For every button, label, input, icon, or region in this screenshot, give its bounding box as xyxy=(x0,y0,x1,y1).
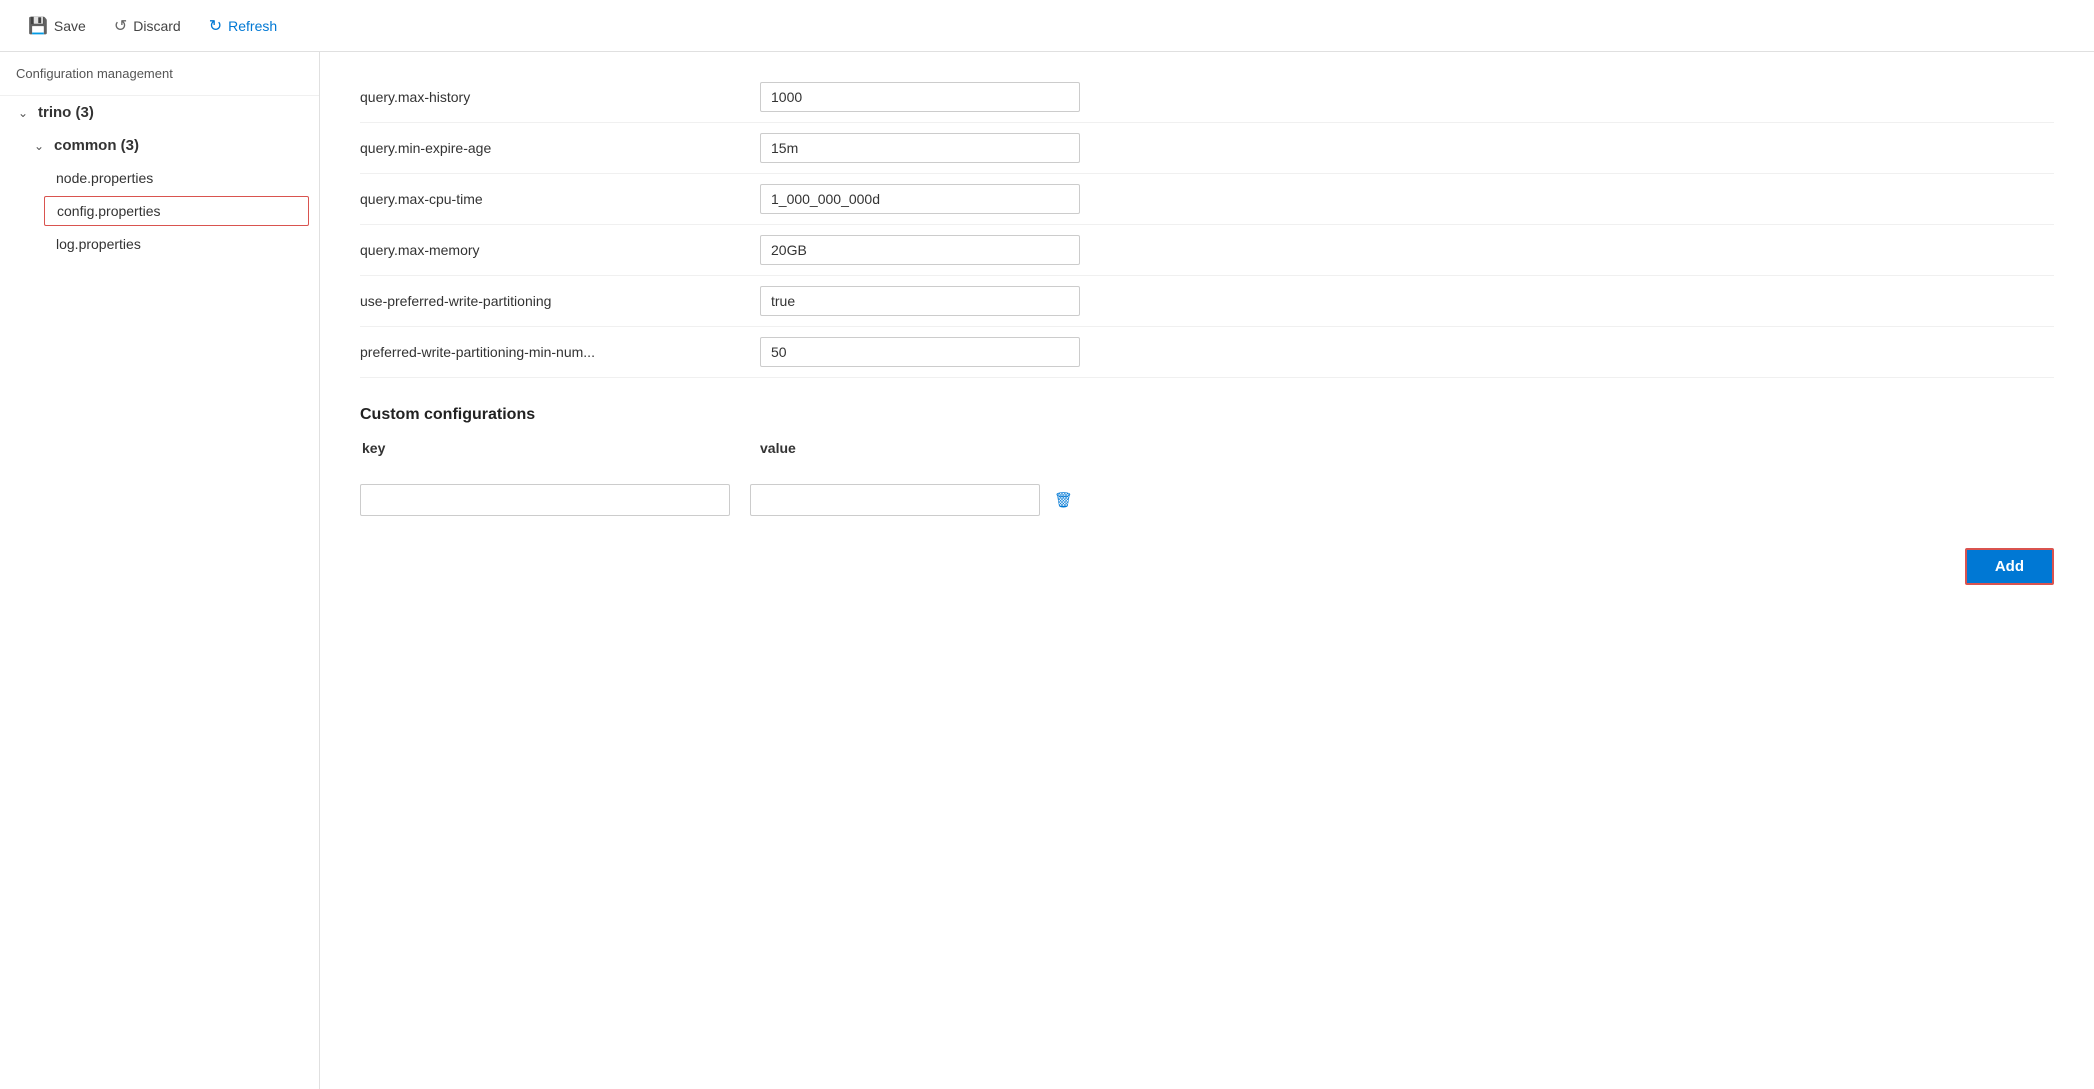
config-key-query-min-expire-age: query.min-expire-age xyxy=(360,140,740,156)
save-label: Save xyxy=(54,18,86,34)
custom-config-headers: key value xyxy=(360,440,2054,464)
config-row-query-max-memory: query.max-memory xyxy=(360,225,2054,276)
save-icon: 💾 xyxy=(28,16,48,36)
config-key-query-max-cpu-time: query.max-cpu-time xyxy=(360,191,740,207)
sidebar-item-node-properties[interactable]: node.properties xyxy=(0,162,319,194)
custom-key-input-1[interactable] xyxy=(360,484,730,516)
config-key-preferred-write-partitioning-min-num: preferred-write-partitioning-min-num... xyxy=(360,344,740,360)
config-value-preferred-write-partitioning-min-num[interactable] xyxy=(760,337,1080,367)
sidebar-header: Configuration management xyxy=(0,52,319,96)
save-button[interactable]: 💾 Save xyxy=(16,10,98,42)
config-properties-label: config.properties xyxy=(57,203,161,219)
discard-label: Discard xyxy=(133,18,180,34)
custom-value-header: value xyxy=(760,440,796,456)
refresh-icon: ↻ xyxy=(209,16,222,36)
custom-value-input-1[interactable] xyxy=(750,484,1040,516)
delete-row-button-1[interactable] xyxy=(1048,487,1079,514)
config-key-query-max-memory: query.max-memory xyxy=(360,242,740,258)
refresh-label: Refresh xyxy=(228,18,277,34)
node-properties-label: node.properties xyxy=(56,170,153,186)
sidebar-header-text: Configuration management xyxy=(16,66,173,81)
config-row-use-preferred-write-partitioning: use-preferred-write-partitioning xyxy=(360,276,2054,327)
sidebar-item-trino[interactable]: ⌄ trino (3) xyxy=(0,96,319,129)
toolbar: 💾 Save ↺ Discard ↻ Refresh xyxy=(0,0,2094,52)
config-value-query-max-history[interactable] xyxy=(760,82,1080,112)
common-label: common (3) xyxy=(54,137,139,154)
config-value-use-preferred-write-partitioning[interactable] xyxy=(760,286,1080,316)
trash-icon xyxy=(1054,491,1073,510)
chevron-down-icon: ⌄ xyxy=(16,106,30,120)
config-value-query-min-expire-age[interactable] xyxy=(760,133,1080,163)
app-container: 💾 Save ↺ Discard ↻ Refresh Configuration… xyxy=(0,0,2094,1089)
config-key-use-preferred-write-partitioning: use-preferred-write-partitioning xyxy=(360,293,740,309)
custom-config-row-1 xyxy=(360,476,2054,524)
log-properties-label: log.properties xyxy=(56,236,141,252)
chevron-down-icon: ⌄ xyxy=(32,139,46,153)
trino-label: trino (3) xyxy=(38,104,94,121)
main-content: Configuration management ⌄ trino (3) ⌄ c… xyxy=(0,52,2094,1089)
right-panel: query.max-history query.min-expire-age q… xyxy=(320,52,2094,1089)
custom-key-header: key xyxy=(360,440,740,456)
config-value-query-max-cpu-time[interactable] xyxy=(760,184,1080,214)
config-value-query-max-memory[interactable] xyxy=(760,235,1080,265)
add-button[interactable]: Add xyxy=(1965,548,2054,585)
config-key-query-max-history: query.max-history xyxy=(360,89,740,105)
discard-button[interactable]: ↺ Discard xyxy=(102,10,193,42)
discard-icon: ↺ xyxy=(114,16,127,36)
custom-value-wrapper-1 xyxy=(750,484,1079,516)
config-rows: query.max-history query.min-expire-age q… xyxy=(360,72,2054,378)
config-row-query-min-expire-age: query.min-expire-age xyxy=(360,123,2054,174)
custom-config-section: Custom configurations key value Add xyxy=(360,406,2054,605)
sidebar: Configuration management ⌄ trino (3) ⌄ c… xyxy=(0,52,320,1089)
custom-section-title: Custom configurations xyxy=(360,406,2054,424)
sidebar-item-log-properties[interactable]: log.properties xyxy=(0,228,319,260)
config-row-query-max-cpu-time: query.max-cpu-time xyxy=(360,174,2054,225)
sidebar-item-common[interactable]: ⌄ common (3) xyxy=(0,129,319,162)
config-row-query-max-history: query.max-history xyxy=(360,72,2054,123)
refresh-button[interactable]: ↻ Refresh xyxy=(197,10,289,42)
sidebar-item-config-properties[interactable]: config.properties xyxy=(44,196,309,226)
add-row: Add xyxy=(360,548,2054,605)
config-row-preferred-write-partitioning-min-num: preferred-write-partitioning-min-num... xyxy=(360,327,2054,378)
